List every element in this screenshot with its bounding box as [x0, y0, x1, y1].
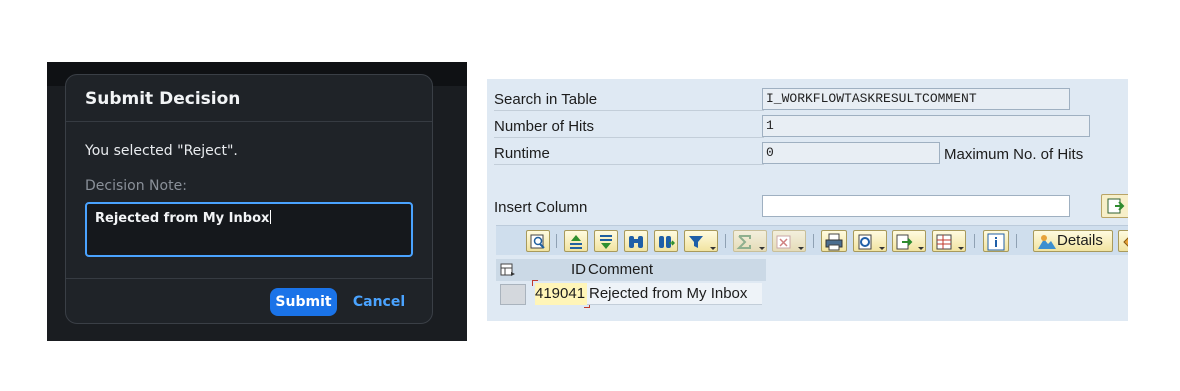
cancel-button[interactable]: Cancel — [348, 288, 410, 316]
export-icon — [896, 234, 913, 250]
column-header-id[interactable]: ID — [534, 259, 586, 281]
decision-note-label: Decision Note: — [85, 178, 187, 194]
sort-ascending-button[interactable] — [564, 230, 588, 252]
alv-toolbar: Details — [496, 225, 1128, 255]
max-hits-label: Maximum No. of Hits — [944, 146, 1084, 163]
dropdown-arrow-icon — [879, 247, 885, 250]
subtotal-button[interactable] — [772, 230, 806, 252]
details-icon — [1038, 235, 1056, 249]
filter-icon — [689, 236, 703, 248]
number-of-hits-field[interactable]: 1 — [762, 115, 1090, 137]
layout-icon — [936, 234, 952, 250]
result-grid: ID Comment 419041 Rejected from My Inbox — [496, 259, 1128, 321]
filter-button[interactable] — [684, 230, 718, 252]
sort-descending-icon — [600, 235, 612, 249]
more-button[interactable] — [1118, 230, 1128, 252]
info-button[interactable] — [983, 230, 1009, 252]
layout-settings-icon[interactable] — [500, 262, 516, 278]
dialog-footer-divider — [66, 278, 432, 279]
insert-column-icon — [1107, 198, 1125, 214]
search-table-field[interactable]: I_WORKFLOWTASKRESULTCOMMENT — [762, 88, 1070, 110]
submit-decision-dialog: Submit Decision You selected "Reject". D… — [65, 74, 433, 324]
more-icon — [1123, 237, 1128, 247]
toolbar-separator — [813, 234, 814, 248]
toolbar-separator — [1016, 234, 1017, 248]
select-detail-button[interactable] — [526, 230, 550, 252]
details-label: Details — [1057, 232, 1103, 249]
find-next-icon — [659, 236, 675, 248]
find-icon — [629, 236, 643, 248]
dialog-divider — [66, 121, 432, 122]
grid-header: ID Comment — [496, 259, 766, 281]
number-of-hits-label: Number of Hits — [494, 116, 764, 138]
toolbar-separator — [556, 234, 557, 248]
magnify-icon — [530, 234, 545, 249]
decision-message: You selected "Reject". — [85, 143, 238, 159]
toolbar-separator — [725, 234, 726, 248]
info-icon — [987, 233, 1005, 251]
sum-icon — [736, 235, 751, 249]
print-icon — [825, 233, 843, 251]
table-cell-comment[interactable]: Rejected from My Inbox — [587, 283, 762, 305]
row-selector[interactable] — [500, 284, 526, 305]
dropdown-arrow-icon — [798, 247, 804, 250]
print-button[interactable] — [821, 230, 847, 252]
search-table-label: Search in Table — [494, 89, 764, 111]
text-cursor — [270, 210, 272, 224]
column-header-comment[interactable]: Comment — [588, 259, 653, 281]
find-button[interactable] — [624, 230, 648, 252]
decision-note-text: Rejected from My Inbox — [95, 211, 270, 226]
subtotal-icon — [776, 235, 791, 249]
dropdown-arrow-icon — [710, 247, 716, 250]
sum-button[interactable] — [733, 230, 767, 252]
decision-note-input[interactable]: Rejected from My Inbox — [85, 202, 413, 257]
layout-button[interactable] — [932, 230, 966, 252]
dropdown-arrow-icon — [759, 247, 765, 250]
sort-descending-button[interactable] — [594, 230, 618, 252]
views-icon — [858, 234, 872, 250]
dark-app-backdrop: Submit Decision You selected "Reject". D… — [47, 62, 467, 341]
sap-table-search-panel: Search in Table I_WORKFLOWTASKRESULTCOMM… — [487, 79, 1128, 321]
submit-button[interactable]: Submit — [270, 288, 337, 316]
insert-column-button[interactable] — [1101, 194, 1128, 218]
insert-column-field[interactable] — [762, 195, 1070, 217]
dropdown-arrow-icon — [918, 247, 924, 250]
dialog-title: Submit Decision — [85, 89, 241, 109]
export-button[interactable] — [892, 230, 926, 252]
views-button[interactable] — [853, 230, 887, 252]
table-cell-id[interactable]: 419041 — [532, 280, 590, 308]
insert-column-label: Insert Column — [494, 199, 588, 216]
find-next-button[interactable] — [654, 230, 678, 252]
runtime-label: Runtime — [494, 143, 764, 165]
details-button[interactable]: Details — [1033, 230, 1113, 252]
dropdown-arrow-icon — [958, 247, 964, 250]
toolbar-separator — [974, 234, 975, 248]
sort-ascending-icon — [570, 235, 582, 249]
runtime-field[interactable]: 0 — [762, 142, 940, 164]
